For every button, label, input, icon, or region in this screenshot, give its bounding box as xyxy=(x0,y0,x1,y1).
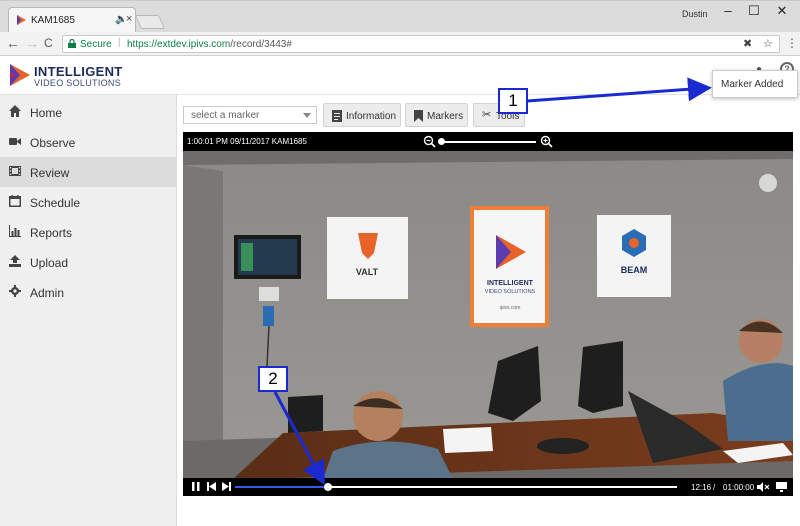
volume-mute-icon[interactable] xyxy=(757,482,769,492)
address-bar[interactable]: Secure | https://extdev.ipivs.com/record… xyxy=(62,35,780,53)
tab-title: KAM1685 xyxy=(31,15,75,26)
window-maximize-button[interactable]: ☐ xyxy=(744,3,764,19)
progress-bar-played[interactable] xyxy=(235,486,327,488)
favicon-icon xyxy=(17,15,26,25)
information-button[interactable]: Information xyxy=(323,103,401,127)
zoom-slider-track[interactable] xyxy=(441,141,536,143)
bookmark-star-icon[interactable]: ☆ xyxy=(763,37,773,50)
chevron-down-icon xyxy=(303,113,311,118)
sidebar-item-upload[interactable]: Upload xyxy=(0,247,177,277)
url-separator: | xyxy=(118,37,121,48)
browser-tab[interactable]: KAM1685 🔈 × xyxy=(8,7,136,33)
markers-button-label: Markers xyxy=(427,111,464,122)
sidebar-item-label: Home xyxy=(30,106,63,120)
sidebar-item-home[interactable]: Home xyxy=(0,97,177,127)
progress-bar-handle[interactable] xyxy=(324,483,332,491)
document-icon xyxy=(332,110,342,122)
toast-message: Marker Added xyxy=(721,79,784,90)
marker-select[interactable]: select a marker xyxy=(183,106,317,124)
browser-tab-strip: KAM1685 🔈 × Dustin – ☐ ✕ xyxy=(0,0,800,33)
ivs-poster-line2: VIDEO SOLUTIONS xyxy=(485,289,536,295)
secure-label: Secure xyxy=(80,39,112,50)
zoom-in-icon[interactable] xyxy=(540,135,553,148)
video-controls: 12:16 / 01:00:00 xyxy=(183,478,793,496)
duration: 01:00:00 xyxy=(723,483,755,492)
pause-icon[interactable] xyxy=(192,482,200,491)
lock-icon xyxy=(68,39,76,48)
sidebar-item-label: Observe xyxy=(30,136,76,150)
sidebar-item-observe[interactable]: Observe xyxy=(0,127,177,157)
reload-button[interactable]: C xyxy=(44,36,53,50)
sidebar-item-label: Admin xyxy=(30,286,65,300)
sidebar-item-label: Review xyxy=(30,166,70,180)
bookmark-icon xyxy=(414,110,423,122)
camera-frame: VALT INTELLIGENT VIDEO SOLUTIONS ipivs.c… xyxy=(183,151,793,479)
tab-close-button[interactable]: × xyxy=(126,13,132,25)
progress-bar-remaining[interactable] xyxy=(327,486,677,488)
sidebar-item-review[interactable]: Review xyxy=(0,157,177,187)
sidebar-item-schedule[interactable]: Schedule xyxy=(0,187,177,217)
logo-line-2: VIDEO SOLUTIONS xyxy=(34,78,122,88)
zoom-slider-handle[interactable] xyxy=(438,138,445,145)
bar-chart-icon xyxy=(9,225,21,237)
sidebar-item-label: Upload xyxy=(30,256,69,270)
beam-poster-title: BEAM xyxy=(621,265,648,275)
gear-icon xyxy=(9,285,21,297)
back-button[interactable]: ← xyxy=(6,35,20,51)
information-button-label: Information xyxy=(346,111,397,122)
current-time: 12:16 xyxy=(691,483,712,492)
window-close-button[interactable]: ✕ xyxy=(772,3,792,19)
window-minimize-button[interactable]: – xyxy=(718,3,738,18)
film-icon xyxy=(9,166,21,176)
scissors-icon: ✂ xyxy=(482,109,492,121)
video-camera-icon xyxy=(9,138,21,145)
zoom-out-icon[interactable] xyxy=(423,135,436,148)
time-separator: / xyxy=(713,483,716,492)
browser-menu-icon[interactable]: ⋮ xyxy=(786,36,798,50)
sidebar-item-reports[interactable]: Reports xyxy=(0,217,177,247)
fullscreen-monitor-icon[interactable] xyxy=(776,482,787,492)
app-header: INTELLIGENT VIDEO SOLUTIONS ● ? M xyxy=(0,56,800,95)
callout-2: 2 xyxy=(258,366,288,392)
video-timestamp: 1:00:01 PM 09/11/2017 KAM1685 xyxy=(187,137,307,146)
marker-added-toast: Marker Added xyxy=(712,70,798,98)
profile-name[interactable]: Dustin xyxy=(682,9,708,19)
ivs-poster-line1: INTELLIGENT xyxy=(487,280,534,287)
sidebar: Home Observe Review Schedule Reports Upl… xyxy=(0,95,177,526)
marker-select-placeholder: select a marker xyxy=(191,110,260,121)
sidebar-item-admin[interactable]: Admin xyxy=(0,277,177,307)
video-player[interactable]: 1:00:01 PM 09/11/2017 KAM1685 VALT INTEL… xyxy=(183,132,793,496)
video-top-bar: 1:00:01 PM 09/11/2017 KAM1685 xyxy=(183,132,793,151)
upload-icon xyxy=(9,255,21,267)
skip-forward-icon[interactable] xyxy=(222,482,231,491)
ivs-poster-url: ipivs.com xyxy=(500,305,521,311)
sidebar-item-label: Schedule xyxy=(30,196,81,210)
new-tab-button[interactable] xyxy=(134,15,166,29)
home-icon xyxy=(9,105,21,117)
ivs-logo-icon[interactable] xyxy=(10,64,30,86)
markers-button[interactable]: Markers xyxy=(405,103,468,127)
sidebar-item-label: Reports xyxy=(30,226,73,240)
callout-1: 1 xyxy=(498,88,528,114)
browser-toolbar: ← → C Secure | https://extdev.ipivs.com/… xyxy=(0,32,800,56)
valt-poster-title: VALT xyxy=(356,267,379,277)
skip-back-icon[interactable] xyxy=(207,482,216,491)
extension-blocked-icon[interactable]: ✖ xyxy=(743,37,752,50)
url-text[interactable]: https://extdev.ipivs.com/record/3443# xyxy=(127,39,292,50)
calendar-icon xyxy=(9,195,21,207)
forward-button[interactable]: → xyxy=(25,35,39,51)
logo-line-1: INTELLIGENT xyxy=(34,64,123,79)
